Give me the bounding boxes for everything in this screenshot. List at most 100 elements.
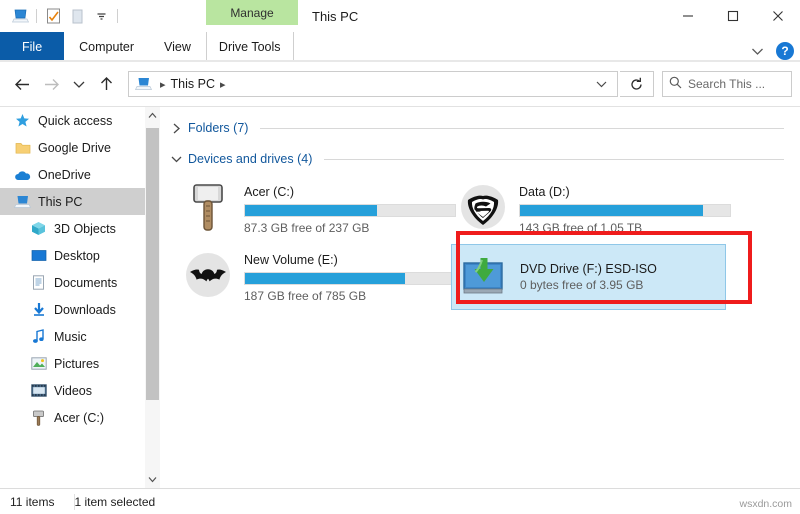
help-icon[interactable]: ? [776, 42, 794, 60]
tab-drive-tools[interactable]: Drive Tools [205, 32, 294, 62]
file-explorer-window: Manage This PC File Computer View Drive … [0, 0, 800, 514]
group-rule [260, 127, 784, 129]
properties-icon[interactable] [41, 5, 65, 27]
ribbon-tab-strip: File Computer View Drive Tools ? [0, 32, 800, 62]
chevron-right-icon[interactable] [170, 123, 182, 134]
sidebar-item-google-drive[interactable]: Google Drive [0, 134, 160, 161]
tab-computer[interactable]: Computer [64, 32, 149, 62]
sidebar-item-downloads[interactable]: Downloads [0, 296, 160, 323]
superman-drive-icon [457, 181, 509, 233]
navigation-pane: Quick access Google Drive OneDrive This … [0, 107, 160, 488]
window-controls [665, 0, 800, 32]
drive-capacity-fill [245, 205, 378, 216]
breadcrumb-pc-icon [135, 77, 152, 91]
drive-free-space: 187 GB free of 785 GB [244, 289, 367, 303]
customize-dropdown-icon[interactable] [89, 5, 113, 27]
drive-tile-new-volume-e[interactable]: New Volume (E:) 187 GB free of 785 GB [176, 244, 456, 310]
sidebar-item-this-pc[interactable]: This PC [0, 188, 160, 215]
drive-tile-body: DVD Drive (F:) ESD-ISO 0 bytes free of 3… [520, 262, 719, 292]
contextual-tab-group-header: Manage [206, 0, 298, 25]
sidebar-item-label: Music [54, 329, 87, 344]
sidebar-item-label: Quick access [38, 113, 113, 128]
tab-view[interactable]: View [149, 32, 206, 62]
drive-tile-acer-c[interactable]: Acer (C:) 87.3 GB free of 237 GB [176, 176, 456, 242]
drive-tile-body: Acer (C:) 87.3 GB free of 237 GB [244, 181, 456, 235]
breadcrumb-separator-1[interactable]: ▸ [215, 78, 231, 91]
sidebar-item-label: OneDrive [38, 167, 91, 182]
breadcrumb[interactable]: ▸ This PC ▸ [128, 71, 618, 97]
navigation-pane-scrollbar[interactable] [145, 107, 160, 488]
sidebar-item-label: Videos [54, 383, 92, 398]
sidebar-item-music[interactable]: Music [0, 323, 160, 350]
pc-icon [14, 193, 31, 210]
folder-icon [14, 139, 31, 156]
sidebar-item-onedrive[interactable]: OneDrive [0, 161, 160, 188]
sidebar-item-label: Desktop [54, 248, 100, 263]
drive-capacity-fill [520, 205, 703, 216]
breadcrumb-item-this-pc[interactable]: This PC [171, 77, 215, 91]
sidebar-item-label: Acer (C:) [54, 410, 104, 425]
maximize-button[interactable] [710, 0, 755, 32]
status-bar: 11 items 1 item selected wsxdn.com [0, 488, 800, 514]
sidebar-item-videos[interactable]: Videos [0, 377, 160, 404]
batman-drive-icon [182, 249, 234, 301]
chevron-down-icon[interactable] [170, 155, 182, 164]
sidebar-item-label: Downloads [54, 302, 116, 317]
ribbon-underline [0, 60, 800, 62]
hammer-drive-icon [182, 181, 234, 233]
scroll-up-arrow-icon[interactable] [145, 107, 160, 124]
drive-capacity-fill [245, 273, 405, 284]
picture-icon [30, 355, 47, 372]
qat-separator-2 [117, 9, 118, 23]
new-folder-icon[interactable] [65, 5, 89, 27]
tab-file[interactable]: File [0, 32, 65, 62]
group-header-devices-and-drives[interactable]: Devices and drives (4) [160, 148, 800, 170]
hammer-drive-icon [30, 409, 47, 426]
drive-tile-data-d[interactable]: Data (D:) 143 GB free of 1.05 TB [451, 176, 731, 242]
drive-tile-dvd-drive-f[interactable]: DVD Drive (F:) ESD-ISO 0 bytes free of 3… [451, 244, 726, 310]
up-button[interactable] [92, 70, 120, 98]
sidebar-item-acer-c[interactable]: Acer (C:) [0, 404, 160, 431]
sidebar-item-pictures[interactable]: Pictures [0, 350, 160, 377]
star-icon [14, 112, 31, 129]
close-button[interactable] [755, 0, 800, 32]
group-title: Folders (7) [188, 121, 249, 135]
sidebar-item-documents[interactable]: Documents [0, 269, 160, 296]
sidebar-item-3d-objects[interactable]: 3D Objects [0, 215, 160, 242]
sidebar-item-quick-access[interactable]: Quick access [0, 107, 160, 134]
recent-locations-chevron-down-icon[interactable] [68, 70, 90, 98]
document-icon [30, 274, 47, 291]
back-button[interactable] [8, 70, 36, 98]
qat-separator-1 [36, 9, 37, 23]
status-item-count: 11 items [10, 494, 55, 509]
group-header-folders[interactable]: Folders (7) [160, 117, 800, 139]
sidebar-item-label: Google Drive [38, 140, 111, 155]
drive-name: Data (D:) [519, 185, 570, 199]
scroll-down-arrow-icon[interactable] [145, 471, 160, 488]
file-list-pane: Folders (7) Devices and drives (4) Acer … [160, 107, 800, 488]
sidebar-item-label: Pictures [54, 356, 100, 371]
dvd-drive-icon [458, 251, 510, 303]
drive-tile-body: New Volume (E:) 187 GB free of 785 GB [244, 249, 456, 303]
ribbon-collapse-chevron-down-icon[interactable] [748, 42, 766, 60]
search-input[interactable]: Search This ... [662, 71, 792, 97]
forward-button [38, 70, 66, 98]
this-pc-icon[interactable] [8, 5, 32, 27]
sidebar-item-desktop[interactable]: Desktop [0, 242, 160, 269]
drive-tile-body: Data (D:) 143 GB free of 1.05 TB [519, 181, 731, 235]
breadcrumb-separator-0[interactable]: ▸ [155, 78, 171, 91]
cube-icon [30, 220, 47, 237]
drive-free-space: 143 GB free of 1.05 TB [519, 221, 643, 235]
breadcrumb-dropdown-chevron-down-icon[interactable] [596, 77, 611, 91]
group-title: Devices and drives (4) [188, 152, 313, 166]
scrollbar-thumb[interactable] [146, 128, 159, 400]
group-rule [324, 158, 784, 160]
minimize-button[interactable] [665, 0, 710, 32]
watermark: wsxdn.com [739, 498, 792, 510]
quick-access-toolbar [0, 0, 122, 32]
cloud-icon [14, 166, 31, 183]
video-icon [30, 382, 47, 399]
refresh-button[interactable] [620, 71, 654, 97]
drive-capacity-bar [244, 204, 456, 217]
scrollbar-track[interactable] [145, 124, 160, 471]
